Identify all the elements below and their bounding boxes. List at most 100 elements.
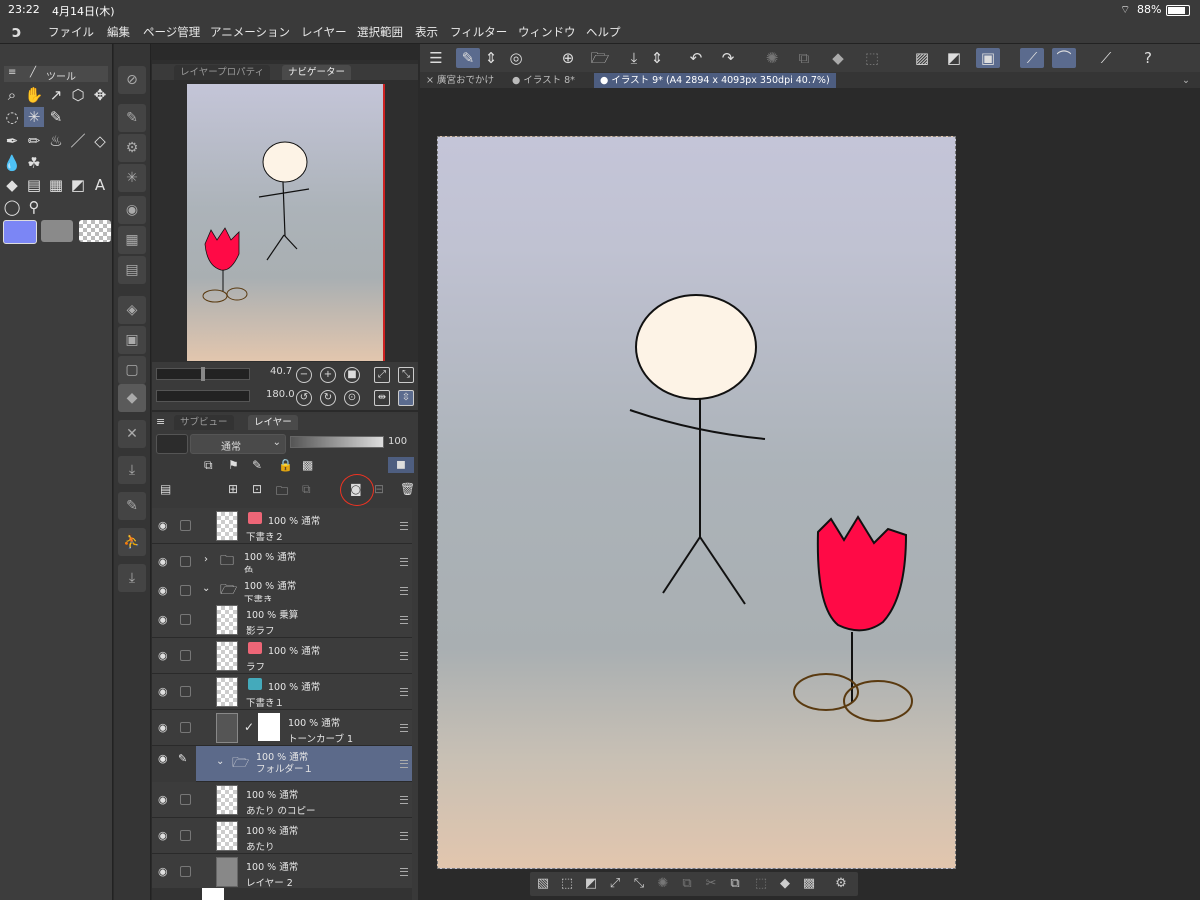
checkbox[interactable] <box>180 614 191 625</box>
help-icon[interactable]: ? <box>1136 48 1160 68</box>
tab-layer-property[interactable]: レイヤープロパティ <box>174 65 271 80</box>
copy-icon[interactable]: ⧉ <box>792 48 816 68</box>
drag-handle-icon[interactable] <box>400 724 408 732</box>
tab-document-3[interactable]: ● イラスト 9* (A4 2894 x 4093px 350dpi 40.7%… <box>594 73 836 88</box>
fill-bucket-icon[interactable]: ◆ <box>826 48 850 68</box>
pencil-icon[interactable]: ✏ <box>24 131 44 151</box>
edit-icon[interactable]: ✎ <box>118 492 146 520</box>
main-color-swatch[interactable] <box>3 220 37 244</box>
tool-panel-tab[interactable]: ≡ ╱ ツール <box>4 66 108 83</box>
blend-mode-select[interactable]: 通常 ⌄ <box>190 434 286 454</box>
layer-props-icon[interactable]: ◈ <box>118 296 146 324</box>
transparent-color-swatch[interactable] <box>79 220 111 242</box>
eye-icon[interactable]: ◉ <box>158 721 170 734</box>
chevron-down-icon[interactable]: ⌄ <box>216 756 224 767</box>
eye-icon[interactable]: ◉ <box>158 685 170 698</box>
loading-icon[interactable]: ✺ <box>654 875 672 893</box>
layer-row[interactable]: ◉ 100 % 通常 レイヤー 2 <box>152 854 412 890</box>
blend-icon[interactable]: 💧 <box>2 153 22 173</box>
layer-search-icon[interactable]: ▢ <box>118 356 146 384</box>
open-icon[interactable]: 🗁 <box>588 48 612 68</box>
layer-color-toggle[interactable] <box>156 434 188 454</box>
layer-menu-icon[interactable]: ≡ <box>156 415 165 428</box>
fill-icon[interactable]: ◆ <box>2 175 22 195</box>
material-icon[interactable]: ✕ <box>118 420 146 448</box>
brush-size-icon[interactable]: ✳ <box>118 164 146 192</box>
opacity-slider[interactable] <box>290 436 384 448</box>
drag-handle-icon[interactable] <box>400 688 408 696</box>
copy-icon[interactable]: ⧉ <box>678 875 696 893</box>
menu-help[interactable]: ヘルプ <box>586 24 621 40</box>
chevron-down-icon[interactable]: ⌄ <box>202 583 210 594</box>
menu-animation[interactable]: アニメーション <box>210 24 290 40</box>
eye-icon[interactable]: ◉ <box>158 519 170 532</box>
delete-layer-icon[interactable]: 🗑 <box>400 482 415 496</box>
drag-handle-icon[interactable] <box>400 616 408 624</box>
eye-icon[interactable]: ◉ <box>158 584 170 597</box>
settings-icon[interactable]: ⚙ <box>832 875 850 893</box>
checkbox[interactable] <box>180 866 191 877</box>
transform-icon[interactable]: ⬚ <box>752 875 770 893</box>
tab-document-2[interactable]: ● イラスト 8* <box>506 73 581 88</box>
menu-filter[interactable]: フィルター <box>450 24 507 40</box>
undo-icon[interactable]: ↶ <box>684 48 708 68</box>
menu-page[interactable]: ページ管理 <box>143 24 200 40</box>
layer-row[interactable]: ◉ 100 % 乗算 影ラフ <box>152 602 412 638</box>
drag-handle-icon[interactable] <box>400 522 408 530</box>
balloon-icon[interactable]: ◯ <box>2 197 22 217</box>
zoom-in-icon[interactable]: + <box>320 367 336 383</box>
chevron-down-icon[interactable]: ⌄ <box>1176 73 1196 88</box>
menu-selection[interactable]: 選択範囲 <box>357 24 403 40</box>
rotation-slider[interactable] <box>156 390 250 402</box>
reference-icon[interactable]: ⚑ <box>228 458 239 472</box>
drawing-canvas[interactable] <box>437 136 956 869</box>
navigator-icon[interactable]: ⊘ <box>118 66 146 94</box>
invert-icon[interactable]: ◩ <box>582 875 600 893</box>
invert-selection-icon[interactable]: ◩ <box>942 48 966 68</box>
flip-vertical-icon[interactable]: ⇳ <box>398 390 414 406</box>
text-icon[interactable]: A <box>90 175 110 195</box>
menu-edit[interactable]: 編集 <box>107 24 130 40</box>
rotate-left-icon[interactable]: ↺ <box>296 390 312 406</box>
lock-transparent-icon[interactable]: ▩ <box>302 458 313 472</box>
layer-row[interactable]: ◉ 100 % 通常 ラフ <box>152 638 412 674</box>
transform-icon[interactable]: ⬚ <box>860 48 884 68</box>
eyedropper-icon[interactable]: ✎ <box>46 107 66 127</box>
ruler-icon[interactable]: ◩ <box>68 175 88 195</box>
decoration-icon[interactable]: ☘ <box>24 153 44 173</box>
tab-layer[interactable]: レイヤー <box>248 415 298 430</box>
layer-row[interactable]: ◉ 100 % 通常 下書き１ <box>152 674 412 710</box>
drag-handle-icon[interactable] <box>400 558 408 566</box>
show-selection-icon[interactable]: ▣ <box>976 48 1000 68</box>
fit-window-icon[interactable]: ⤢ <box>374 367 390 383</box>
layer-row[interactable]: ◉ 100 % 通常 あたり <box>152 818 412 854</box>
magic-wand-icon[interactable]: ✳ <box>24 107 44 127</box>
eye-icon[interactable]: ◉ <box>158 829 170 842</box>
apply-mask-icon[interactable]: ⊟ <box>374 482 384 496</box>
menu-view[interactable]: 表示 <box>415 24 438 40</box>
fit-fill-icon[interactable]: ⤡ <box>398 367 414 383</box>
lock-icon[interactable]: 🔒 <box>278 458 293 472</box>
drag-handle-icon[interactable] <box>400 587 408 595</box>
snap-ruler-icon[interactable]: ⟋ <box>1020 48 1044 68</box>
clear-selection-icon[interactable]: ▨ <box>910 48 934 68</box>
lasso-icon[interactable]: ◌ <box>2 107 22 127</box>
new-folder-icon[interactable]: 🗀 <box>276 482 288 503</box>
navigator-preview[interactable] <box>187 84 385 361</box>
correction-icon[interactable]: ⚲ <box>24 197 44 217</box>
tab-navigator[interactable]: ナビゲーター <box>282 65 352 80</box>
tab-subview[interactable]: サブビュー <box>174 415 234 430</box>
checkbox[interactable] <box>180 556 191 567</box>
snap-special-icon[interactable]: ⌒ <box>1052 48 1076 68</box>
eye-icon[interactable]: ◉ <box>158 865 170 878</box>
eraser-icon[interactable]: ◇ <box>90 131 110 151</box>
eye-icon[interactable]: ◉ <box>158 555 170 568</box>
new-raster-layer-icon[interactable]: ⊞ <box>228 482 238 496</box>
checkbox[interactable] <box>180 794 191 805</box>
eye-icon[interactable]: ◉ <box>158 752 168 765</box>
drag-handle-icon[interactable] <box>400 652 408 660</box>
move-icon[interactable]: ✥ <box>90 85 110 105</box>
checkbox[interactable] <box>180 830 191 841</box>
layer-row[interactable]: ◉ 100 % 通常 あたり のコピー <box>152 782 412 818</box>
checkbox[interactable] <box>180 520 191 531</box>
